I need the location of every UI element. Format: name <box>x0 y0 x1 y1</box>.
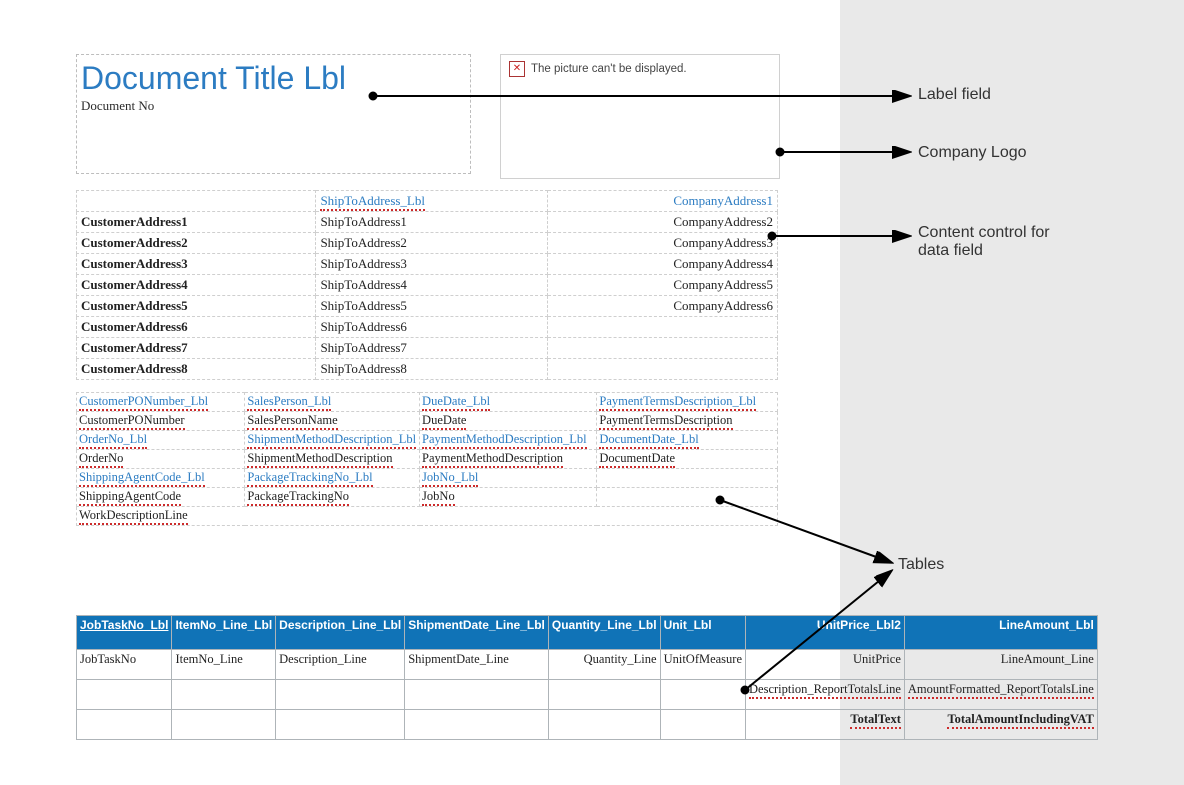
annotation-arrows <box>0 0 1184 785</box>
